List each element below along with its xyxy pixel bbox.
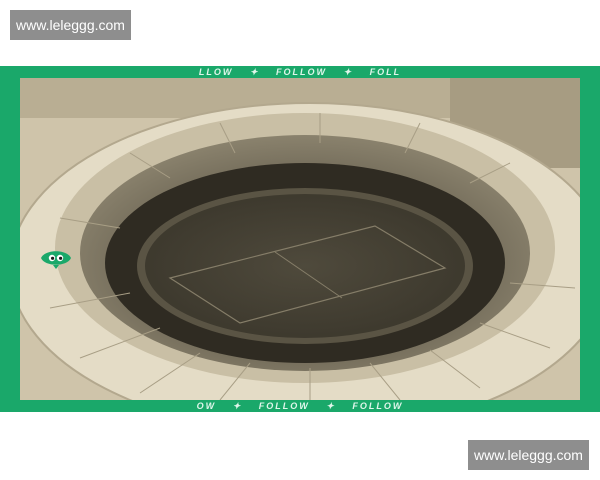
star-icon: ✦ <box>326 401 336 411</box>
stadium-photo <box>20 78 580 400</box>
ticker-word: FOLLOW <box>276 67 327 77</box>
pitch <box>145 194 465 338</box>
follow-ticker-top: LLOW ✦ FOLLOW ✦ FOLL <box>0 66 600 78</box>
ticker-word: OW <box>196 401 217 411</box>
star-icon: ✦ <box>343 67 354 77</box>
star-icon: ✦ <box>249 67 260 77</box>
eyes-badge-icon <box>37 247 75 274</box>
photo-frame: LLOW ✦ FOLLOW ✦ FOLL OW ✦ FOLLOW ✦ FOLLO… <box>0 66 600 412</box>
star-icon: ✦ <box>232 401 243 411</box>
ticker-word: LLOW <box>198 67 234 77</box>
ticker-word: FOLLOW <box>258 401 310 411</box>
follow-ticker-bottom: OW ✦ FOLLOW ✦ FOLLOW <box>0 400 600 412</box>
ticker-word: FOLLOW <box>352 401 404 411</box>
ticker-word: FOLL <box>369 67 402 77</box>
watermark-bottom: www.leleggg.com <box>468 440 589 470</box>
watermark-top: www.leleggg.com <box>10 10 131 40</box>
stadium-illustration <box>20 78 580 400</box>
